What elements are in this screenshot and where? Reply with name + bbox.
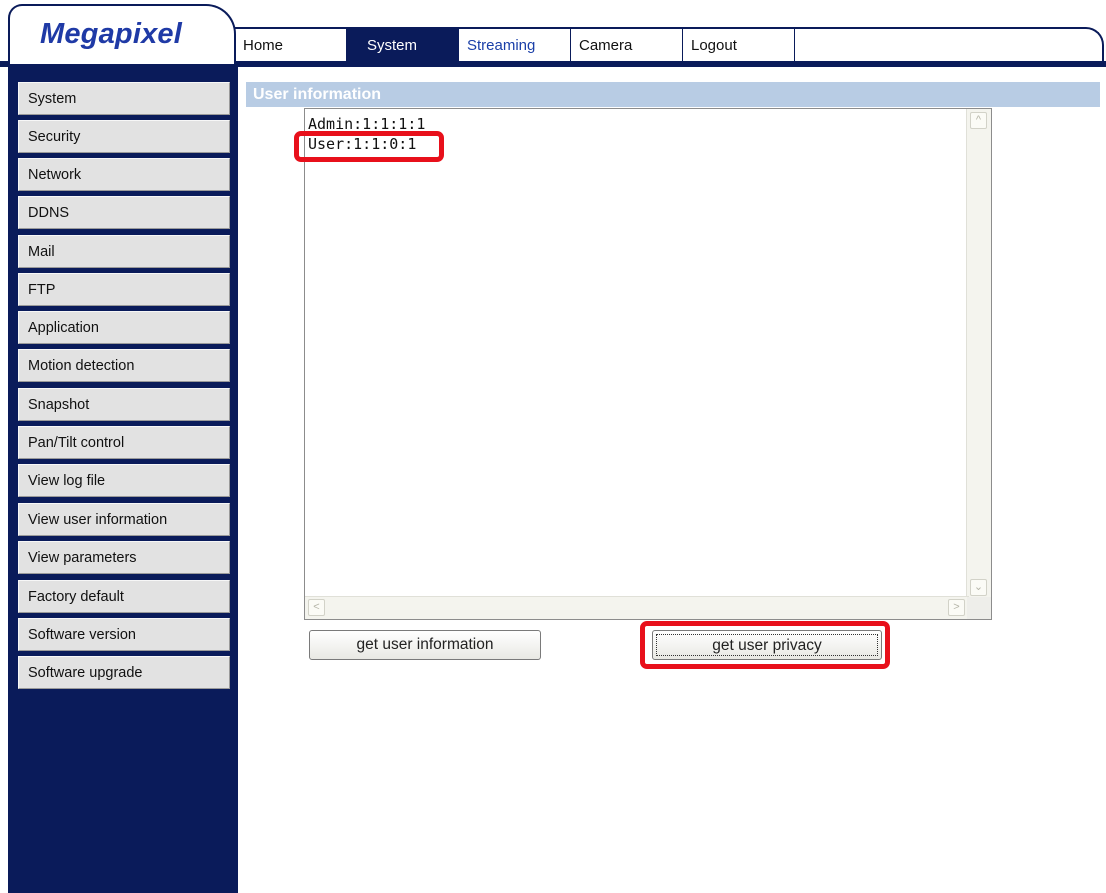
sidebar-item-application[interactable]: Application	[18, 311, 230, 344]
sidebar-item-snapshot[interactable]: Snapshot	[18, 388, 230, 421]
sidebar-item-network[interactable]: Network	[18, 158, 230, 191]
sidebar-item-motion-detection[interactable]: Motion detection	[18, 349, 230, 382]
section-title: User information	[246, 82, 1100, 107]
chevron-right-icon[interactable]: >	[948, 599, 965, 616]
tab-home[interactable]: Home	[234, 29, 346, 61]
tab-streaming[interactable]: Streaming	[458, 29, 570, 61]
get-user-information-button[interactable]: get user information	[309, 630, 541, 660]
sidebar-item-view-log-file[interactable]: View log file	[18, 464, 230, 497]
scroll-corner	[967, 597, 991, 619]
sidebar-item-mail[interactable]: Mail	[18, 235, 230, 268]
sidebar: System Security Network DDNS Mail FTP Ap…	[8, 61, 238, 893]
sidebar-item-factory-default[interactable]: Factory default	[18, 580, 230, 613]
sidebar-item-view-parameters[interactable]: View parameters	[18, 541, 230, 574]
sidebar-item-ddns[interactable]: DDNS	[18, 196, 230, 229]
chevron-up-icon[interactable]: ^	[970, 112, 987, 129]
sidebar-item-ftp[interactable]: FTP	[18, 273, 230, 306]
logo-tab: Megapixel	[8, 4, 236, 64]
user-info-textarea[interactable]: Admin:1:1:1:1 User:1:1:0:1 ^ ⌄ < >	[304, 108, 992, 620]
horizontal-scrollbar[interactable]: < >	[305, 596, 969, 619]
brand-logo: Megapixel	[40, 18, 183, 50]
chevron-left-icon[interactable]: <	[308, 599, 325, 616]
tab-system[interactable]: System	[346, 29, 458, 61]
sidebar-item-security[interactable]: Security	[18, 120, 230, 153]
highlight-user-entry	[294, 131, 444, 162]
sidebar-item-view-user-information[interactable]: View user information	[18, 503, 230, 536]
sidebar-item-pan-tilt-control[interactable]: Pan/Tilt control	[18, 426, 230, 459]
sidebar-item-software-upgrade[interactable]: Software upgrade	[18, 656, 230, 689]
tab-logout[interactable]: Logout	[682, 29, 794, 61]
sidebar-item-software-version[interactable]: Software version	[18, 618, 230, 651]
tab-filler	[794, 29, 1102, 61]
chevron-down-icon[interactable]: ⌄	[970, 579, 987, 596]
vertical-scrollbar[interactable]: ^ ⌄	[966, 109, 991, 599]
tab-camera[interactable]: Camera	[570, 29, 682, 61]
top-navigation: Home System Streaming Camera Logout	[234, 27, 1104, 61]
highlight-privacy-button	[640, 621, 890, 669]
sidebar-item-system[interactable]: System	[18, 82, 230, 115]
